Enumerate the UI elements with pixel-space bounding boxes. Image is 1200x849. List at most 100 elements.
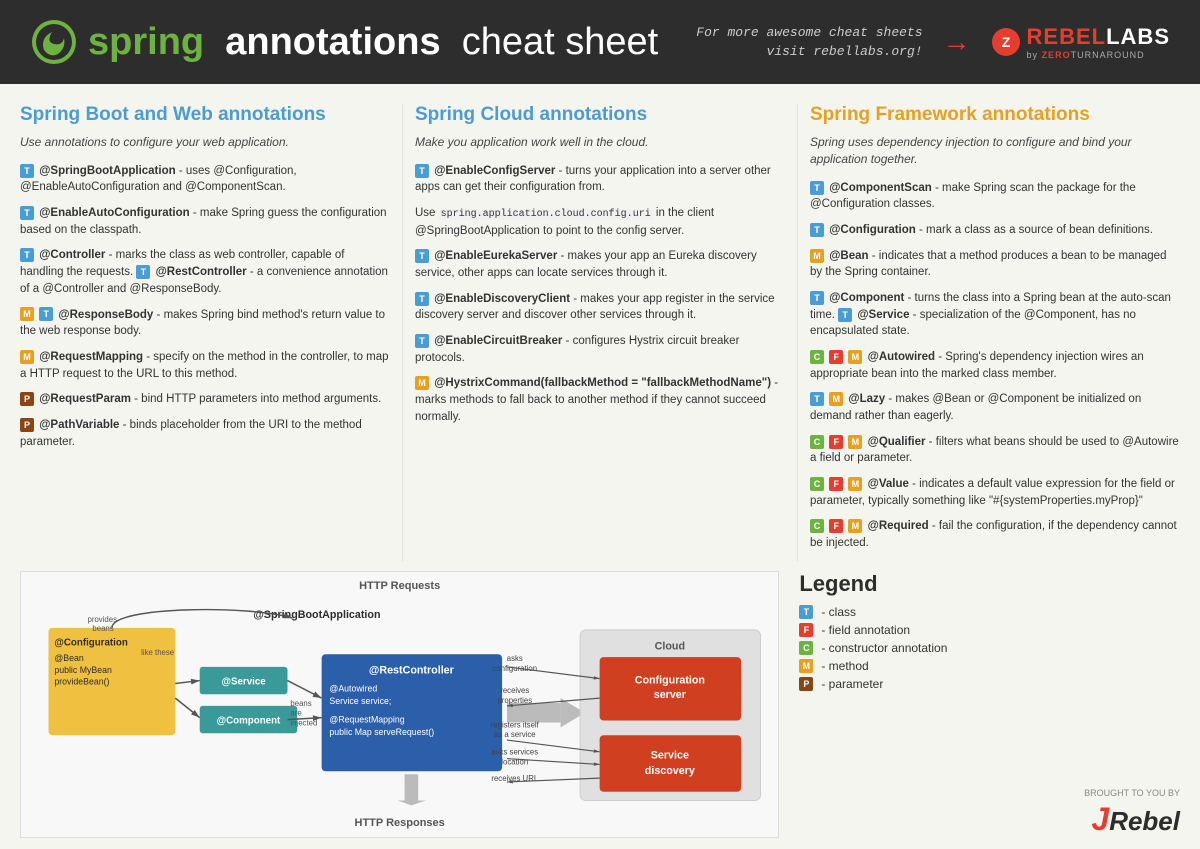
svg-text:@Service: @Service bbox=[221, 676, 266, 687]
annotation-enablediscoveryclient: T @EnableDiscoveryClient - makes your ap… bbox=[415, 291, 785, 324]
annotation-autowired: C F M @Autowired - Spring's dependency i… bbox=[810, 349, 1180, 382]
svg-text:@Configuration: @Configuration bbox=[54, 637, 127, 648]
svg-text:like these: like these bbox=[141, 648, 174, 657]
ann-name: @HystrixCommand(fallbackMethod = "fallba… bbox=[434, 377, 771, 389]
ann-name: @PathVariable bbox=[39, 419, 119, 431]
jrebel-logo-area: BROUGHT TO YOU BY JRebel bbox=[1084, 788, 1180, 838]
badge-T: T bbox=[810, 392, 824, 406]
annotation-componentscan: T @ComponentScan - make Spring scan the … bbox=[810, 180, 1180, 213]
header-tagline: For more awesome cheat sheetsvisit rebel… bbox=[696, 23, 922, 62]
col2-title: Spring Cloud annotations bbox=[415, 104, 785, 126]
annotation-qualifier: C F M @Qualifier - filters what beans sh… bbox=[810, 434, 1180, 467]
ann-name: @Qualifier bbox=[868, 436, 926, 448]
badge-M: M bbox=[415, 376, 429, 390]
brought-by-text: BROUGHT TO YOU BY bbox=[1084, 788, 1180, 798]
badge-F: F bbox=[829, 477, 843, 491]
badge-T: T bbox=[838, 308, 852, 322]
ann-name: @Bean bbox=[829, 250, 868, 262]
ann-name: @Component bbox=[829, 292, 904, 304]
badge-C: C bbox=[810, 477, 824, 491]
ann-name: @EnableConfigServer bbox=[434, 165, 555, 177]
svg-text:public MyBean: public MyBean bbox=[54, 664, 112, 674]
annotation-controller: T @Controller - marks the class as web c… bbox=[20, 247, 390, 297]
legend-constructor: C - constructor annotation bbox=[799, 641, 1170, 655]
ann-name: @Autowired bbox=[868, 351, 935, 363]
col1-subtitle: Use annotations to configure your web ap… bbox=[20, 134, 390, 151]
svg-text:are: are bbox=[290, 708, 301, 717]
svg-text:@Autowired: @Autowired bbox=[329, 683, 377, 693]
rebel-labs-text: REBELLABS bbox=[1027, 24, 1170, 50]
ann-name: @Controller bbox=[39, 249, 105, 261]
legend-items: T - class F - field annotation C - const… bbox=[799, 605, 1170, 691]
ann-name: @Value bbox=[868, 478, 909, 490]
annotation-component: T @Component - turns the class into a Sp… bbox=[810, 290, 1180, 340]
code-config-uri: spring.application.cloud.config.uri bbox=[439, 209, 653, 220]
legend-method: M - method bbox=[799, 659, 1170, 673]
annotation-hystrixcommand: M @HystrixCommand(fallbackMethod = "fall… bbox=[415, 375, 785, 425]
badge-T: T bbox=[810, 223, 824, 237]
legend-constructor-label: - constructor annotation bbox=[821, 641, 947, 655]
annotation-configuri-note: Use spring.application.cloud.config.uri … bbox=[415, 205, 785, 239]
badge-P: P bbox=[20, 392, 34, 406]
ann-name: @Lazy bbox=[848, 393, 885, 405]
badge-F: F bbox=[829, 350, 843, 364]
badge-T: T bbox=[415, 334, 429, 348]
badge-M: M bbox=[848, 519, 862, 533]
rebel-labs-subtext: by ZEROTURNAROUND bbox=[1027, 50, 1170, 60]
svg-text:provideBean(): provideBean() bbox=[54, 676, 109, 686]
svg-text:discovery: discovery bbox=[645, 765, 695, 777]
annotation-enablecircuitbreaker: T @EnableCircuitBreaker - configures Hys… bbox=[415, 333, 785, 366]
svg-text:Z: Z bbox=[1001, 34, 1010, 50]
badge-T: T bbox=[20, 248, 34, 262]
legend-method-label: - method bbox=[821, 659, 868, 673]
ann-name: @RequestMapping bbox=[39, 351, 143, 363]
badge-M: M bbox=[829, 392, 843, 406]
legend-section: Legend T - class F - field annotation C … bbox=[789, 571, 1180, 838]
col-spring-boot: Spring Boot and Web annotations Use anno… bbox=[20, 104, 403, 561]
badge-T: T bbox=[20, 206, 34, 220]
svg-text:Configuration: Configuration bbox=[635, 674, 705, 686]
badge-M: M bbox=[848, 350, 862, 364]
rebel-labs-logo: Z REBELLABS by ZEROTURNAROUND bbox=[991, 24, 1170, 60]
annotation-enableeurekaserver: T @EnableEurekaServer - makes your app a… bbox=[415, 248, 785, 281]
annotation-value: C F M @Value - indicates a default value… bbox=[810, 476, 1180, 509]
annotation-springbootapplication: T @SpringBootApplication - uses @Configu… bbox=[20, 163, 390, 196]
badge-C: C bbox=[810, 435, 824, 449]
svg-text:asks services: asks services bbox=[491, 747, 538, 756]
badge-T: T bbox=[39, 307, 53, 321]
ann-name: @ResponseBody bbox=[58, 309, 153, 321]
annotation-lazy: T M @Lazy - makes @Bean or @Component be… bbox=[810, 391, 1180, 424]
annotation-requestparam: P @RequestParam - bind HTTP parameters i… bbox=[20, 391, 390, 408]
badge-M: M bbox=[20, 307, 34, 321]
svg-text:receives: receives bbox=[500, 686, 529, 695]
ann-name: @ComponentScan bbox=[829, 182, 932, 194]
header-left: spring annotations cheat sheet bbox=[30, 18, 658, 66]
col1-title: Spring Boot and Web annotations bbox=[20, 104, 390, 126]
badge-T: T bbox=[20, 164, 34, 178]
badge-T-legend: T bbox=[799, 605, 813, 619]
badge-T: T bbox=[810, 181, 824, 195]
main-content: Spring Boot and Web annotations Use anno… bbox=[0, 84, 1200, 571]
legend-field: F - field annotation bbox=[799, 623, 1170, 637]
svg-text:@RequestMapping: @RequestMapping bbox=[329, 714, 404, 724]
svg-text:injected: injected bbox=[290, 718, 317, 727]
architecture-diagram: @SpringBootApplication @Configuration @B… bbox=[29, 598, 770, 808]
svg-text:beans: beans bbox=[92, 624, 113, 633]
svg-text:properties: properties bbox=[497, 696, 532, 705]
col3-subtitle: Spring uses dependency injection to conf… bbox=[810, 134, 1180, 168]
rebel-labs-icon: Z bbox=[991, 27, 1021, 57]
badge-P-legend: P bbox=[799, 677, 813, 691]
svg-text:@RestController: @RestController bbox=[369, 664, 455, 676]
bottom-section: HTTP Requests @SpringBootApplication @Co… bbox=[0, 571, 1200, 848]
svg-text:@Bean: @Bean bbox=[54, 653, 83, 663]
http-responses-label: HTTP Responses bbox=[29, 817, 770, 829]
badge-F-legend: F bbox=[799, 623, 813, 637]
header-right: For more awesome cheat sheetsvisit rebel… bbox=[696, 23, 1170, 62]
legend-field-label: - field annotation bbox=[821, 623, 910, 637]
arrow-icon: → bbox=[943, 26, 971, 58]
svg-text:@Component: @Component bbox=[217, 715, 281, 726]
badge-M: M bbox=[848, 435, 862, 449]
svg-text:server: server bbox=[654, 689, 687, 701]
col-spring-framework: Spring Framework annotations Spring uses… bbox=[798, 104, 1180, 561]
badge-F: F bbox=[829, 435, 843, 449]
